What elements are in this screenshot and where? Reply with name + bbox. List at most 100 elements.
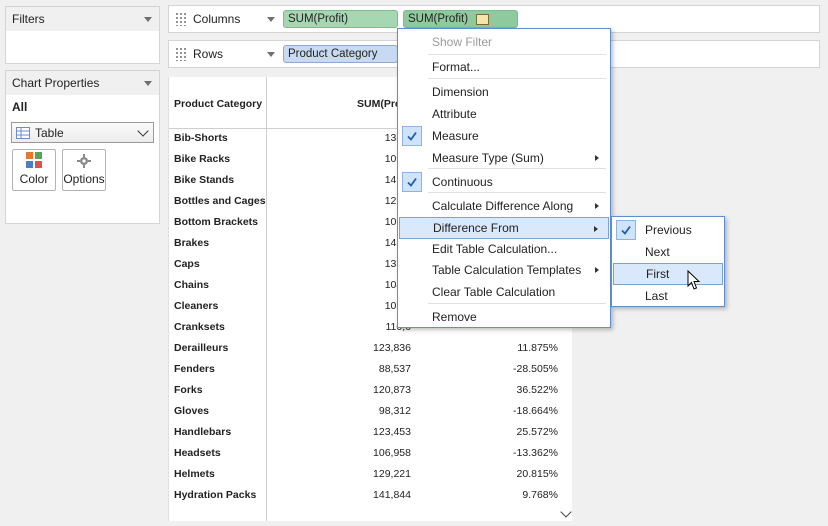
mark-type-label: Table: [35, 125, 64, 140]
submenu-item-next[interactable]: Next: [613, 241, 723, 263]
menu-item-remove[interactable]: Remove: [399, 306, 609, 328]
row-profit: 98,312: [378, 405, 411, 417]
menu-item-attribute[interactable]: Attribute: [399, 103, 609, 125]
table-row[interactable]: Headsets 106,958 -13.362%: [169, 444, 561, 465]
table-row[interactable]: Gloves 98,312 -18.664%: [169, 402, 561, 423]
submenu-item-label: Last: [645, 289, 668, 303]
menu-item-format[interactable]: Format...: [399, 56, 609, 78]
submenu-item-first[interactable]: First: [613, 263, 723, 285]
menu-item-measure[interactable]: Measure: [399, 125, 609, 147]
dropdown-arrow-icon[interactable]: [267, 51, 275, 57]
chart-properties-header[interactable]: Chart Properties: [6, 71, 159, 95]
row-category: Brakes: [174, 237, 210, 249]
row-profit: 141,844: [373, 489, 411, 501]
header-product-category[interactable]: Product Category: [174, 98, 262, 110]
gear-icon: [77, 154, 91, 168]
rows-pill-product-category[interactable]: Product Category: [283, 45, 398, 63]
pill-label: Product Category: [288, 48, 378, 60]
row-category: Hydration Packs: [174, 489, 257, 501]
row-difference: -18.664%: [513, 405, 558, 417]
table-row[interactable]: Helmets 129,221 20.815%: [169, 465, 561, 486]
table-row[interactable]: Fenders 88,537 -28.505%: [169, 360, 561, 381]
menu-item-dimension[interactable]: Dimension: [399, 81, 609, 103]
menu-item-label: Dimension: [432, 85, 489, 99]
checkmark-icon: [616, 220, 636, 240]
row-difference: 20.815%: [516, 468, 558, 480]
table-row[interactable]: Handlebars 123,453 25.572%: [169, 423, 561, 444]
row-category: Helmets: [174, 468, 215, 480]
row-category: Fenders: [174, 363, 215, 375]
menu-item-label: Table Calculation Templates: [432, 263, 582, 277]
pill-context-menu: Show Filter Format... Dimension Attribute Me…: [397, 28, 611, 328]
menu-item-clear-table-calculation[interactable]: Clear Table Calculation: [399, 281, 609, 303]
menu-item-label: Edit Table Calculation...: [432, 242, 558, 256]
menu-item-edit-table-calculation[interactable]: Edit Table Calculation...: [399, 238, 609, 260]
table-icon: [16, 126, 30, 139]
row-category: Handlebars: [174, 426, 232, 438]
row-profit: 123,836: [373, 342, 411, 354]
submenu-arrow-icon: [595, 155, 599, 161]
row-difference: 9.768%: [522, 489, 558, 501]
dropdown-arrow-icon[interactable]: [144, 16, 152, 22]
chart-properties-title: Chart Properties: [12, 76, 100, 90]
menu-item-label: Clear Table Calculation: [432, 285, 556, 299]
rows-grip-icon: [175, 47, 187, 61]
table-row[interactable]: Derailleurs 123,836 11.875%: [169, 339, 561, 360]
menu-item-label: Continuous: [432, 175, 493, 189]
menu-item-label: Format...: [432, 60, 481, 74]
menu-separator: [428, 303, 606, 304]
row-category: Cleaners: [174, 300, 219, 312]
menu-item-show-filter: Show Filter: [399, 31, 609, 53]
menu-item-label: Show Filter: [432, 35, 493, 49]
chart-properties-panel: Chart Properties All Table Color Options: [5, 70, 160, 224]
filters-header[interactable]: Filters: [6, 7, 159, 31]
menu-item-label: Calculate Difference Along: [432, 199, 574, 213]
options-button-label: Options: [63, 172, 105, 186]
row-category: Forks: [174, 384, 203, 396]
menu-item-label: Measure: [432, 129, 479, 143]
row-category: Bottles and Cages: [174, 195, 266, 207]
dropdown-arrow-icon[interactable]: [267, 16, 275, 22]
color-button[interactable]: Color: [12, 149, 56, 191]
submenu-arrow-icon: [595, 267, 599, 273]
menu-item-continuous[interactable]: Continuous: [399, 171, 609, 193]
menu-item-calculate-difference-along[interactable]: Calculate Difference Along: [399, 195, 609, 217]
row-difference: 11.875%: [517, 342, 558, 354]
dropdown-arrow-icon[interactable]: [144, 80, 152, 86]
row-category: Bike Racks: [174, 153, 231, 165]
submenu-arrow-icon: [595, 203, 599, 209]
submenu-item-label: Next: [645, 245, 670, 259]
color-grid-icon: [26, 152, 42, 168]
mark-type-select[interactable]: Table: [11, 122, 154, 143]
chevron-down-icon: [137, 124, 149, 137]
row-profit: 88,537: [378, 363, 411, 375]
row-category: Headsets: [174, 447, 221, 459]
row-difference: 36.522%: [516, 384, 558, 396]
options-button[interactable]: Options: [62, 149, 106, 191]
checkmark-icon: [402, 172, 422, 192]
row-category: Caps: [174, 258, 200, 270]
columns-pill-sum-profit-active[interactable]: SUM(Profit): [403, 10, 518, 28]
color-button-label: Color: [19, 172, 49, 186]
submenu-arrow-icon: [594, 226, 598, 232]
row-difference: -13.362%: [513, 447, 558, 459]
row-category: Gloves: [174, 405, 210, 417]
row-category: Derailleurs: [174, 342, 229, 354]
row-profit: 106,958: [373, 447, 411, 459]
menu-item-measure-type-sum[interactable]: Measure Type (Sum): [399, 147, 609, 169]
columns-pill-sum-profit[interactable]: SUM(Profit): [283, 10, 398, 28]
row-category: Bike Stands: [174, 174, 235, 186]
columns-grip-icon: [175, 12, 187, 26]
filters-title: Filters: [12, 12, 45, 26]
table-row[interactable]: Forks 120,873 36.522%: [169, 381, 561, 402]
row-difference: 25.572%: [516, 426, 558, 438]
submenu-item-previous[interactable]: Previous: [613, 219, 723, 241]
table-row[interactable]: Hydration Packs 141,844 9.768%: [169, 486, 561, 507]
mouse-cursor-icon: [687, 270, 701, 290]
menu-item-difference-from[interactable]: Difference From: [399, 217, 609, 239]
menu-item-label: Difference From: [433, 221, 519, 235]
submenu-item-label: First: [646, 267, 670, 281]
submenu-item-last[interactable]: Last: [613, 285, 723, 307]
menu-item-table-calculation-templates[interactable]: Table Calculation Templates: [399, 259, 609, 281]
row-category: Cranksets: [174, 321, 225, 333]
